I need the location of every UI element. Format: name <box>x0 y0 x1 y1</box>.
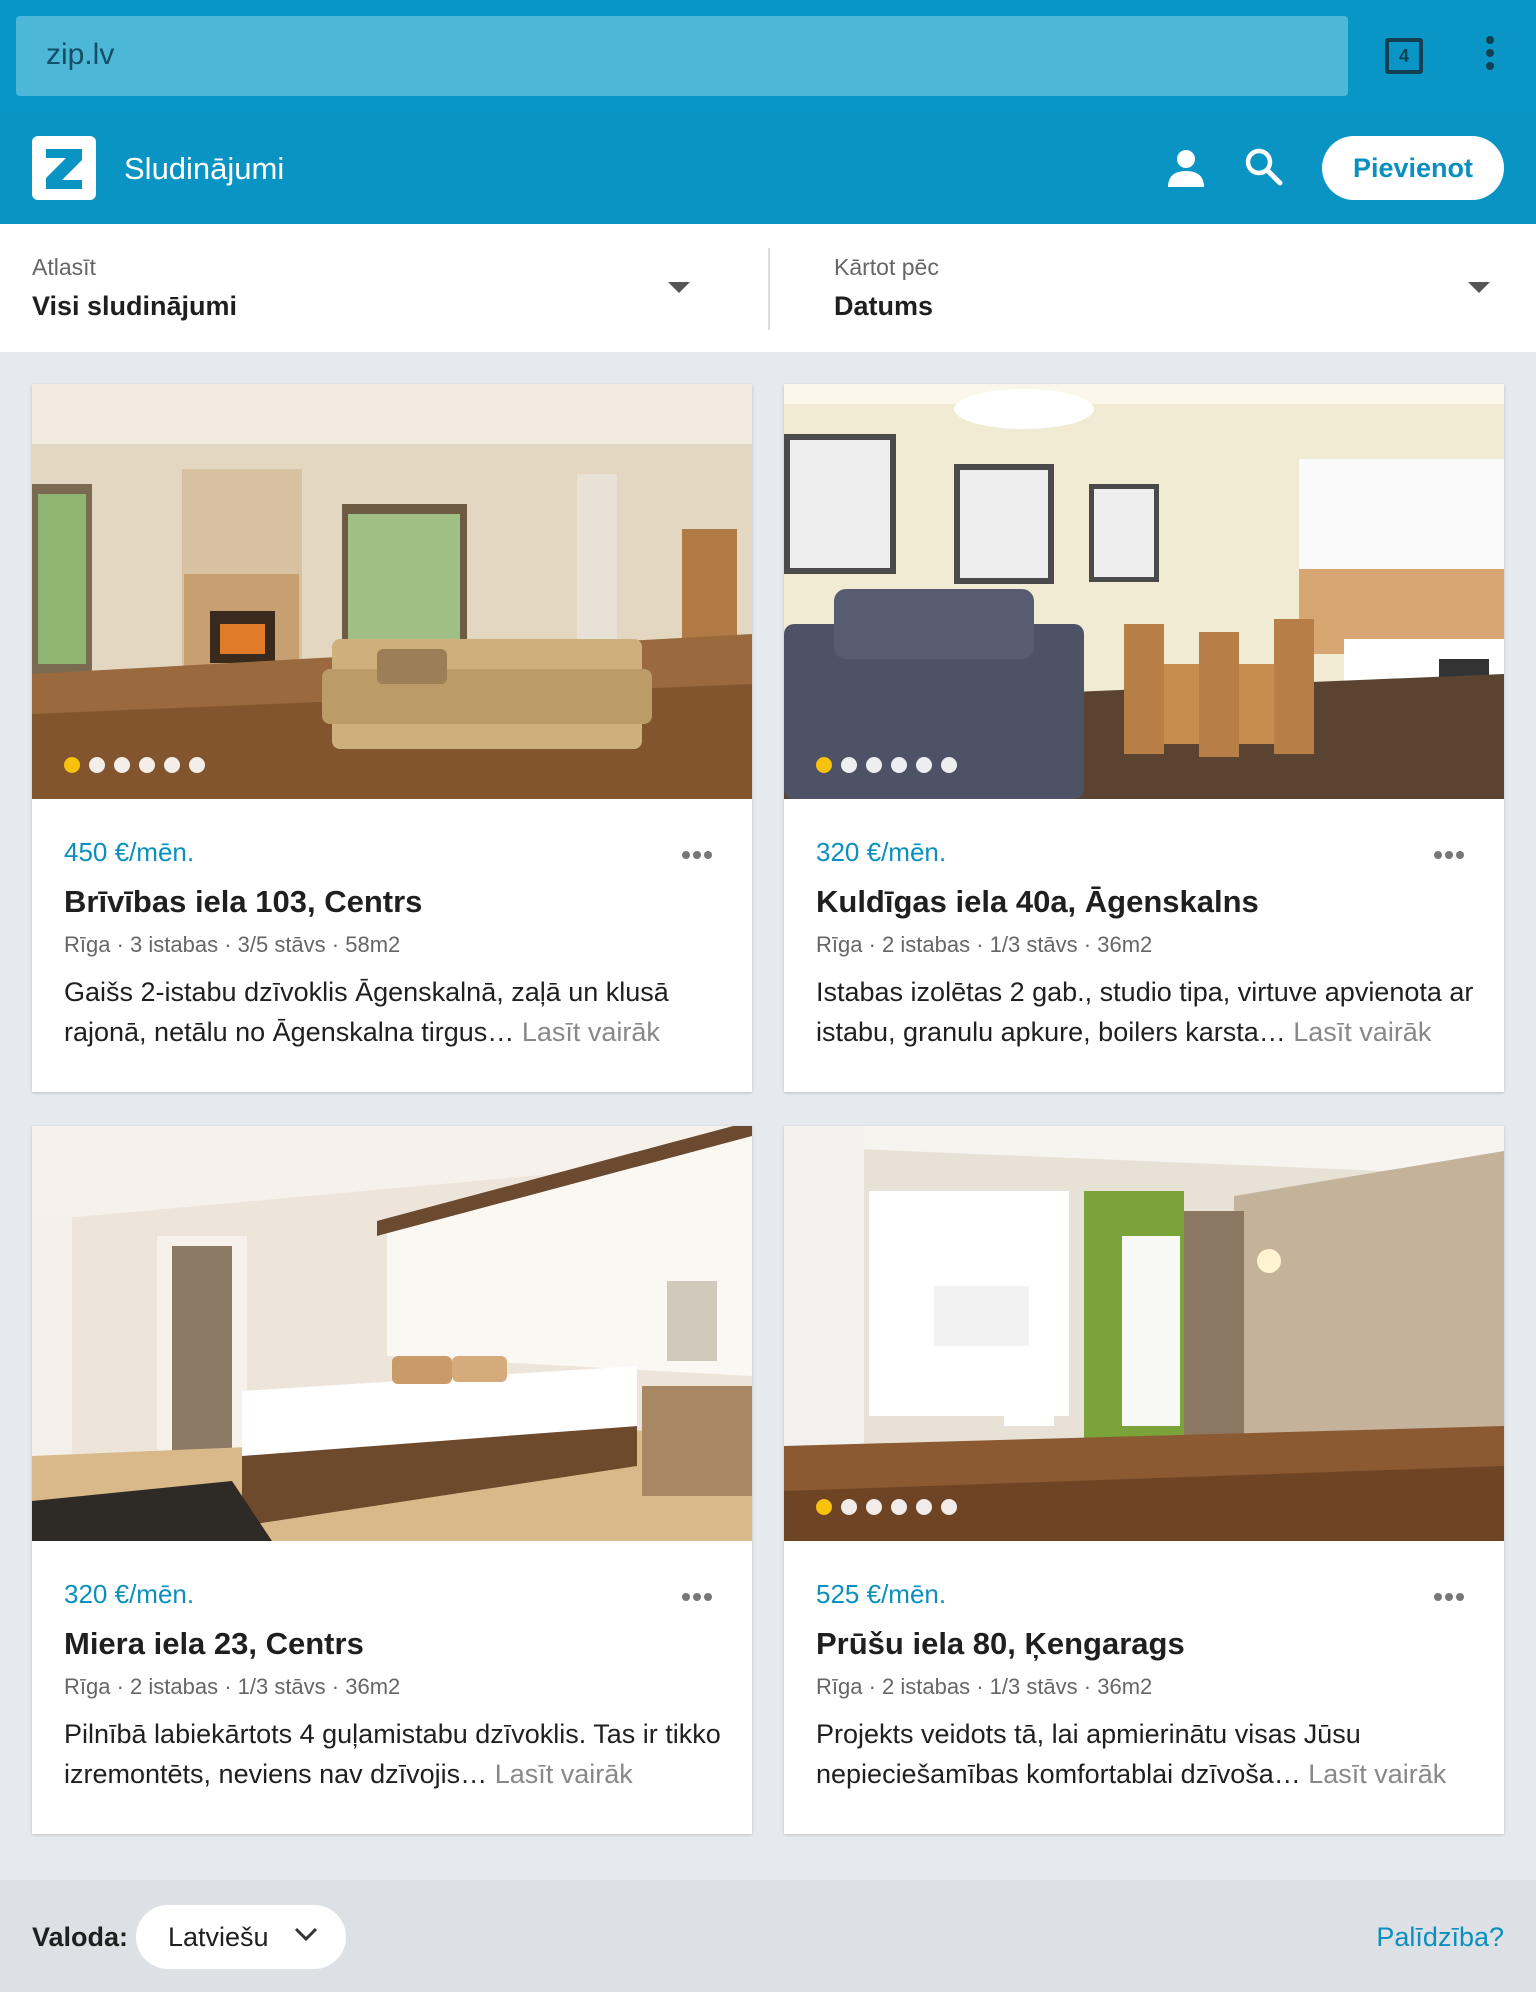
listing-description: Projekts veidots tā, lai apmierinātu vis… <box>816 1714 1486 1794</box>
listing-title[interactable]: Brīvības iela 103, Centrs <box>64 884 422 920</box>
listing-price: 525 €/mēn. <box>816 1579 947 1609</box>
more-options-icon[interactable] <box>1434 846 1468 859</box>
listing-description: Gaišs 2-istabu dzīvoklis Āgenskalnā, zaļ… <box>64 972 734 1052</box>
sort-value: Datums <box>834 291 934 321</box>
description-text: Projekts veidots tā, lai apmierinātu vis… <box>816 1719 1361 1789</box>
more-options-icon[interactable] <box>1434 1588 1468 1601</box>
listing-card[interactable]: 450 €/mēn. Brīvības iela 103, Centrs Rīg… <box>32 384 752 1092</box>
photo-carousel-dots[interactable] <box>816 1499 966 1515</box>
listing-description: Istabas izolētas 2 gab., studio tipa, vi… <box>816 972 1486 1052</box>
read-more-link[interactable]: Lasīt vairāk <box>522 1017 660 1047</box>
more-options-icon[interactable] <box>682 1588 716 1601</box>
listing-price: 450 €/mēn. <box>64 837 195 867</box>
filter-label: Atlasīt <box>32 254 96 280</box>
app-title: Sludinājumi <box>124 151 285 186</box>
language-label: Valoda: <box>32 1922 129 1952</box>
listing-photo[interactable] <box>32 1126 752 1541</box>
zip-logo[interactable] <box>32 136 96 200</box>
dropdown-arrow-icon <box>668 282 690 293</box>
url-bar[interactable]: zip.lv <box>16 16 1348 96</box>
chevron-down-icon <box>294 1927 318 1943</box>
filter-select[interactable]: Atlasīt Visi sludinājumi <box>0 224 768 352</box>
sort-select[interactable]: Kārtot pēc Datums <box>770 224 1536 352</box>
language-value: Latviešu <box>168 1922 269 1952</box>
user-icon[interactable] <box>1168 149 1204 187</box>
footer: Valoda: Latviešu Palīdzība? <box>0 1880 1536 1992</box>
listing-meta: Rīga · 2 istabas · 1/3 stāvs · 36m2 <box>64 1674 401 1699</box>
listing-card[interactable]: 320 €/mēn. Miera iela 23, Centrs Rīga · … <box>32 1126 752 1834</box>
search-icon[interactable] <box>1244 147 1284 187</box>
help-link[interactable]: Palīdzība? <box>1376 1922 1504 1953</box>
more-options-icon[interactable] <box>682 846 716 859</box>
listing-photo[interactable] <box>32 384 752 799</box>
app-header: Sludinājumi Pievienot <box>0 111 1536 224</box>
listing-card[interactable]: 320 €/mēn. Kuldīgas iela 40a, Āgenskalns… <box>784 384 1504 1092</box>
read-more-link[interactable]: Lasīt vairāk <box>495 1759 633 1789</box>
listing-meta: Rīga · 3 istabas · 3/5 stāvs · 58m2 <box>64 932 401 957</box>
sort-label: Kārtot pēc <box>834 254 939 280</box>
url-text: zip.lv <box>46 38 115 71</box>
listing-description: Pilnībā labiekārtots 4 guļamistabu dzīvo… <box>64 1714 734 1794</box>
listing-photo[interactable] <box>784 1126 1504 1541</box>
listing-title[interactable]: Kuldīgas iela 40a, Āgenskalns <box>816 884 1259 920</box>
listing-card[interactable]: 525 €/mēn. Prūšu iela 80, Ķengarags Rīga… <box>784 1126 1504 1834</box>
listing-title[interactable]: Prūšu iela 80, Ķengarags <box>816 1626 1185 1662</box>
listing-title[interactable]: Miera iela 23, Centrs <box>64 1626 364 1662</box>
tabs-icon[interactable]: 4 <box>1385 38 1423 74</box>
listing-meta: Rīga · 2 istabas · 1/3 stāvs · 36m2 <box>816 1674 1153 1699</box>
listing-price: 320 €/mēn. <box>816 837 947 867</box>
kebab-menu-icon[interactable] <box>1480 36 1500 76</box>
browser-toolbar: zip.lv 4 <box>0 0 1536 111</box>
filter-bar: Atlasīt Visi sludinājumi Kārtot pēc Datu… <box>0 224 1536 352</box>
dropdown-arrow-icon <box>1468 282 1490 293</box>
photo-carousel-dots[interactable] <box>64 757 214 773</box>
language-select[interactable]: Latviešu <box>136 1905 346 1969</box>
read-more-link[interactable]: Lasīt vairāk <box>1293 1017 1431 1047</box>
listing-price: 320 €/mēn. <box>64 1579 195 1609</box>
read-more-link[interactable]: Lasīt vairāk <box>1308 1759 1446 1789</box>
listing-meta: Rīga · 2 istabas · 1/3 stāvs · 36m2 <box>816 932 1153 957</box>
filter-value: Visi sludinājumi <box>32 291 238 321</box>
add-listing-button[interactable]: Pievienot <box>1322 136 1504 200</box>
listing-photo[interactable] <box>784 384 1504 799</box>
photo-carousel-dots[interactable] <box>816 757 966 773</box>
